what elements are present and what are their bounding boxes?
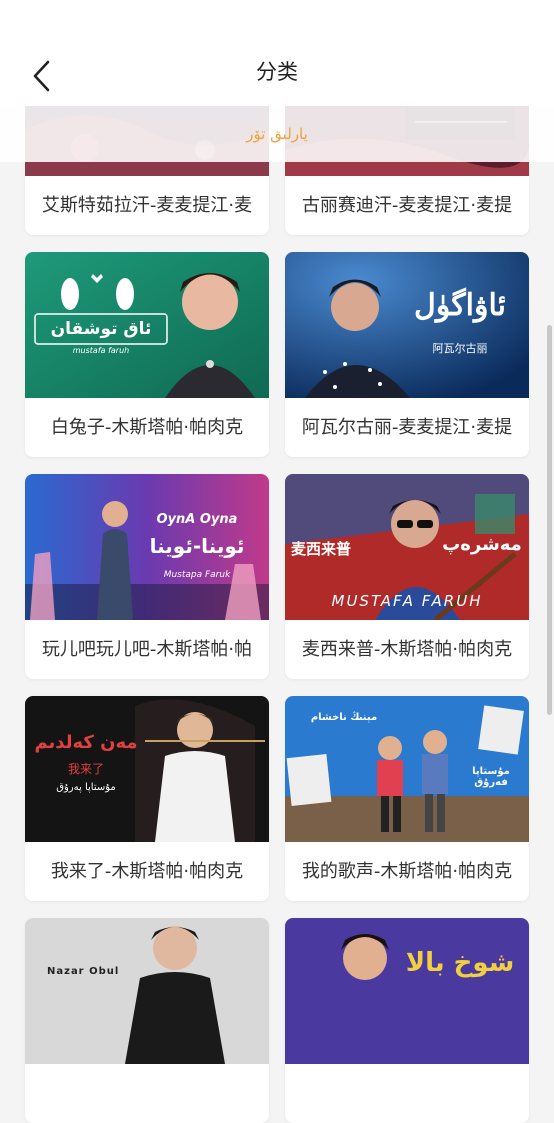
thumbnail-overlay-artist: MUSTAFA FARUH — [331, 592, 483, 610]
video-thumbnail: مېنىڭ ناخشام مۇستاپا فەرۇق — [285, 696, 529, 842]
video-card[interactable]: شوخ بالا — [285, 918, 529, 1123]
video-title: 白兔子-木斯塔帕·帕肉克 — [50, 417, 244, 438]
video-card[interactable]: مېنىڭ ناخشام مۇستاپا فەرۇق 我的歌声-木斯塔帕·帕肉克 — [285, 696, 529, 901]
video-card[interactable]: ئاۋاگۈل 阿瓦尔古丽 阿瓦尔古丽-麦麦提江·麦提 — [285, 252, 529, 457]
video-title — [285, 1064, 529, 1123]
video-title: 玩儿吧玩儿吧-木斯塔帕·帕 — [41, 639, 253, 660]
video-title: 古丽赛迪汗-麦麦提江·麦提 — [301, 195, 513, 216]
thumbnail-overlay-text: مېنىڭ ناخشام — [310, 712, 378, 723]
thumbnail-overlay-text: ئاۋاگۈل — [414, 288, 506, 323]
video-card[interactable]: ئاق توشقان mustafa faruh 白兔子-木斯塔帕·帕肉克 — [25, 252, 269, 457]
video-card[interactable]: مەن كەلدىم 我来了 مۇستاپا پەرۇق 我来了-木斯塔帕·帕肉… — [25, 696, 269, 901]
video-card[interactable]: 麦西来普 مەشرەپ MUSTAFA FARUH 麦西来普-木斯塔帕·帕肉克 — [285, 474, 529, 679]
video-thumbnail: مەن كەلدىم 我来了 مۇستاپا پەرۇق — [25, 696, 269, 842]
top-bar: 分类 — [0, 0, 554, 106]
video-card[interactable]: OynA Oyna ئوينا-ئوينا Mustapa Faruk 玩儿吧玩… — [25, 474, 269, 679]
thumbnail-overlay-subtext: مەشرەپ — [442, 534, 522, 555]
thumbnail-overlay-subtext: 我来了 — [67, 762, 104, 776]
thumbnail-overlay-subtext: 阿瓦尔古丽 — [432, 342, 488, 355]
thumbnail-overlay-text: 麦西来普 — [291, 540, 352, 558]
video-title: 阿瓦尔古丽-麦麦提江·麦提 — [301, 417, 513, 438]
video-title: 我来了-木斯塔帕·帕肉克 — [50, 861, 244, 882]
category-subtab[interactable]: يارلىق تۆر — [0, 106, 554, 162]
video-title: 艾斯特茹拉汗-麦麦提江·麦 — [41, 195, 253, 216]
video-title: 我的歌声-木斯塔帕·帕肉克 — [301, 861, 513, 882]
thumbnail-overlay-subtext: mustafa faruh — [72, 346, 130, 355]
video-thumbnail: 麦西来普 مەشرەپ MUSTAFA FARUH — [285, 474, 529, 620]
scrollbar[interactable] — [547, 325, 552, 715]
thumbnail-overlay-subtext: ئوينا-ئوينا — [149, 534, 245, 558]
thumbnail-overlay-text: شوخ بالا — [405, 948, 515, 978]
video-thumbnail: ئاق توشقان mustafa faruh — [25, 252, 269, 398]
thumbnail-overlay-artist: مۇستاپا پەرۇق — [56, 782, 116, 793]
video-title: 麦西来普-木斯塔帕·帕肉克 — [301, 639, 513, 660]
video-thumbnail: ئاۋاگۈل 阿瓦尔古丽 — [285, 252, 529, 398]
thumbnail-overlay-subtext: مۇستاپا فەرۇق — [472, 766, 510, 788]
thumbnail-overlay-artist: Mustapa Faruk — [163, 570, 231, 580]
thumbnail-overlay-text: OynA Oyna — [156, 512, 238, 527]
video-thumbnail: Nazar Obul — [25, 918, 269, 1064]
thumbnail-overlay-text: Nazar Obul — [47, 966, 120, 977]
video-card[interactable]: Nazar Obul — [25, 918, 269, 1123]
video-thumbnail: OynA Oyna ئوينا-ئوينا Mustapa Faruk — [25, 474, 269, 620]
thumbnail-overlay-text: مەن كەلدىم — [34, 732, 138, 753]
page-title: 分类 — [256, 60, 298, 84]
thumbnail-overlay-text: ئاق توشقان — [50, 319, 152, 339]
subtab-label: يارلىق تۆر — [246, 125, 308, 143]
video-thumbnail: شوخ بالا — [285, 918, 529, 1064]
video-title — [25, 1064, 269, 1123]
